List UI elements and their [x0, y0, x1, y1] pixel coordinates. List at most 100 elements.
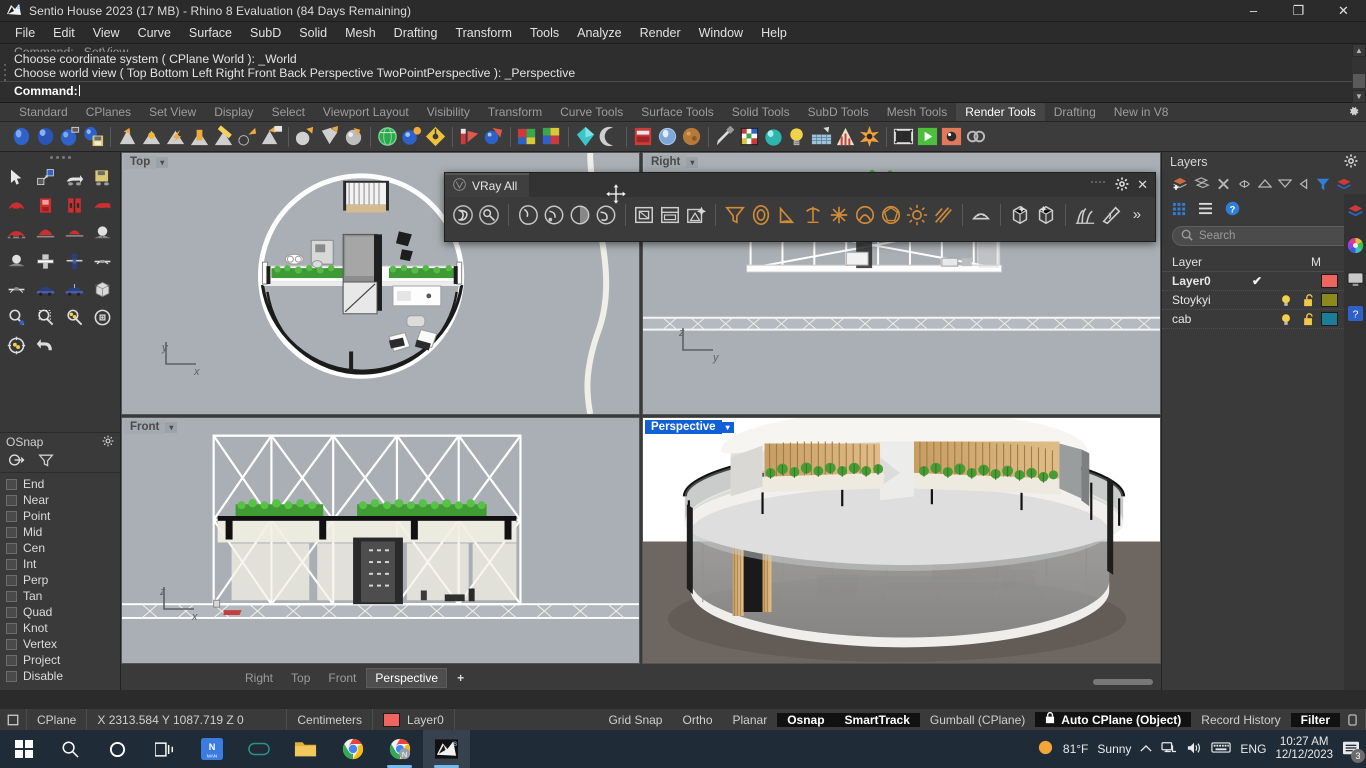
toolbar-icon-render-texture-ball[interactable]	[680, 125, 703, 148]
tab-viewport-layout[interactable]: Viewport Layout	[314, 103, 418, 121]
command-scroll-thumb[interactable]	[1353, 74, 1365, 88]
toolbar-icon-eyedropper[interactable]	[714, 125, 737, 148]
menu-edit[interactable]: Edit	[44, 23, 84, 43]
menu-surface[interactable]: Surface	[180, 23, 241, 43]
widget-icon[interactable]	[235, 730, 282, 768]
layer-current-check[interactable]: ✔	[1239, 274, 1275, 288]
tab-curve-tools[interactable]: Curve Tools	[551, 103, 632, 121]
left-panel-grip[interactable]	[0, 152, 120, 162]
named-view-icon[interactable]	[32, 220, 59, 247]
toolbar-icon-light-bulb[interactable]	[786, 125, 809, 148]
vray-ies-light-icon[interactable]	[931, 201, 955, 228]
osnap-item-tan[interactable]: Tan	[6, 588, 120, 604]
menu-drafting[interactable]: Drafting	[385, 23, 447, 43]
zoom-lens-icon[interactable]	[3, 332, 30, 359]
osnap-checkbox-project[interactable]	[6, 654, 17, 666]
select-previous-icon[interactable]	[61, 164, 88, 191]
set-view-icon[interactable]	[3, 248, 30, 275]
toolbar-icon-light-rectangular[interactable]	[188, 125, 211, 148]
osnap-checkbox-int[interactable]	[6, 558, 17, 570]
add-viewport-button[interactable]: +	[449, 669, 472, 687]
menu-view[interactable]: View	[84, 23, 129, 43]
status-toggle-auto-cplane[interactable]: Auto CPlane (Object)	[1035, 711, 1192, 727]
viewport-top-label[interactable]: Top ▾	[124, 155, 169, 169]
vray-frame-buffer-icon[interactable]	[516, 201, 540, 228]
vray-render-progressive-icon[interactable]	[568, 201, 592, 228]
osnap-item-project[interactable]: Project	[6, 652, 120, 668]
status-toggle-smarttrack[interactable]: SmartTrack	[834, 712, 920, 727]
search-input[interactable]	[1199, 230, 1339, 242]
chevron-down-icon[interactable]: ▾	[686, 156, 699, 168]
status-toggle-grid-snap[interactable]: Grid Snap	[598, 713, 672, 727]
vray-fur-icon[interactable]	[1073, 201, 1097, 228]
list-view-icon[interactable]	[1198, 202, 1213, 218]
gear-icon[interactable]	[1347, 105, 1360, 121]
grid-view-icon[interactable]	[1172, 202, 1186, 219]
layer-color-swatch[interactable]	[1321, 312, 1338, 326]
toolbar-icon-render-color[interactable]	[540, 125, 563, 148]
menu-analyze[interactable]: Analyze	[568, 23, 630, 43]
osnap-checkbox-vertex[interactable]	[6, 638, 17, 650]
osnap-item-disable[interactable]: Disable	[6, 668, 120, 684]
view-sphere-icon[interactable]	[89, 220, 116, 247]
toolbar-icon-material-sphere[interactable]	[342, 125, 365, 148]
toolbar-icon-sun-burst[interactable]	[858, 125, 881, 148]
help-icon[interactable]: ?	[1225, 201, 1240, 219]
move-up-icon[interactable]	[1257, 178, 1273, 192]
toolbar-icon-light-spot[interactable]	[116, 125, 139, 148]
vray-decal-icon[interactable]	[801, 201, 825, 228]
menu-curve[interactable]: Curve	[129, 23, 180, 43]
tab-visibility[interactable]: Visibility	[418, 103, 479, 121]
toolbar-icon-render-moon[interactable]	[598, 125, 621, 148]
tab-render-tools[interactable]: Render Tools	[956, 103, 1045, 121]
toolbar-icon-light-linear[interactable]	[212, 125, 235, 148]
tilt-view-icon[interactable]	[61, 248, 88, 275]
layers-tab-icon[interactable]	[1344, 194, 1366, 228]
toolbar-icon-render-palette[interactable]	[516, 125, 539, 148]
command-scrollbar[interactable]: ▲ ▼	[1352, 44, 1366, 103]
tab-set-view[interactable]: Set View	[140, 103, 205, 121]
chevron-up-icon[interactable]	[1140, 742, 1153, 756]
status-toggle-filter[interactable]: Filter	[1290, 712, 1340, 727]
tab-cplanes[interactable]: CPlanes	[77, 103, 140, 121]
table-row[interactable]: Stoykyi	[1162, 291, 1366, 310]
vray-mesh-light-icon[interactable]	[969, 201, 993, 228]
menu-mesh[interactable]: Mesh	[336, 23, 385, 43]
toolbar-icon-render-blue-1[interactable]	[10, 125, 33, 148]
filter-icon[interactable]	[1316, 177, 1330, 194]
toolbar-icon-environment-reflect[interactable]	[400, 125, 423, 148]
toolbar-icon-color-picker[interactable]	[738, 125, 761, 148]
tab-transform[interactable]: Transform	[479, 103, 551, 121]
undo-view-icon[interactable]	[32, 332, 59, 359]
vray-toolbar-header[interactable]: VRay All ✕	[445, 173, 1155, 197]
rhino-icon[interactable]: 8	[423, 730, 470, 768]
view-front-icon[interactable]	[61, 220, 88, 247]
osnap-checkbox-tan[interactable]	[6, 590, 17, 602]
search-icon[interactable]	[47, 730, 94, 768]
osnap-item-point[interactable]: Point	[6, 508, 120, 524]
close-button[interactable]: ✕	[1321, 0, 1366, 22]
toolbar-icon-light-spotlight[interactable]	[236, 125, 259, 148]
osnap-item-perp[interactable]: Perp	[6, 572, 120, 588]
osnap-item-cen[interactable]: Cen	[6, 540, 120, 556]
osnap-item-vertex[interactable]: Vertex	[6, 636, 120, 652]
toolbar-icon-light-directional[interactable]	[164, 125, 187, 148]
notification-icon[interactable]: 3	[1342, 740, 1365, 763]
menu-subd[interactable]: SubD	[241, 23, 290, 43]
layer-colors-icon[interactable]	[1336, 176, 1352, 194]
viewport-tab-top[interactable]: Top	[283, 669, 318, 687]
command-prompt[interactable]: Command:	[0, 81, 1366, 98]
zoom-dynamic-icon[interactable]	[61, 304, 88, 331]
vray-infinite-plane-icon[interactable]	[723, 201, 747, 228]
viewport-right-label[interactable]: Right ▾	[645, 155, 699, 169]
osnap-item-end[interactable]: End	[6, 476, 120, 492]
unlock-icon[interactable]	[1297, 312, 1319, 326]
pan-view-icon[interactable]	[3, 220, 30, 247]
display-tab-icon[interactable]	[1344, 262, 1366, 296]
tab-standard[interactable]: Standard	[10, 103, 77, 121]
tab-display[interactable]: Display	[205, 103, 262, 121]
toolbar-icon-render-link[interactable]	[964, 125, 987, 148]
toolbar-icon-texture-mapping[interactable]	[458, 125, 481, 148]
zoom-selected-icon[interactable]	[61, 192, 88, 219]
status-toggle-osnap[interactable]: Osnap	[777, 712, 835, 727]
